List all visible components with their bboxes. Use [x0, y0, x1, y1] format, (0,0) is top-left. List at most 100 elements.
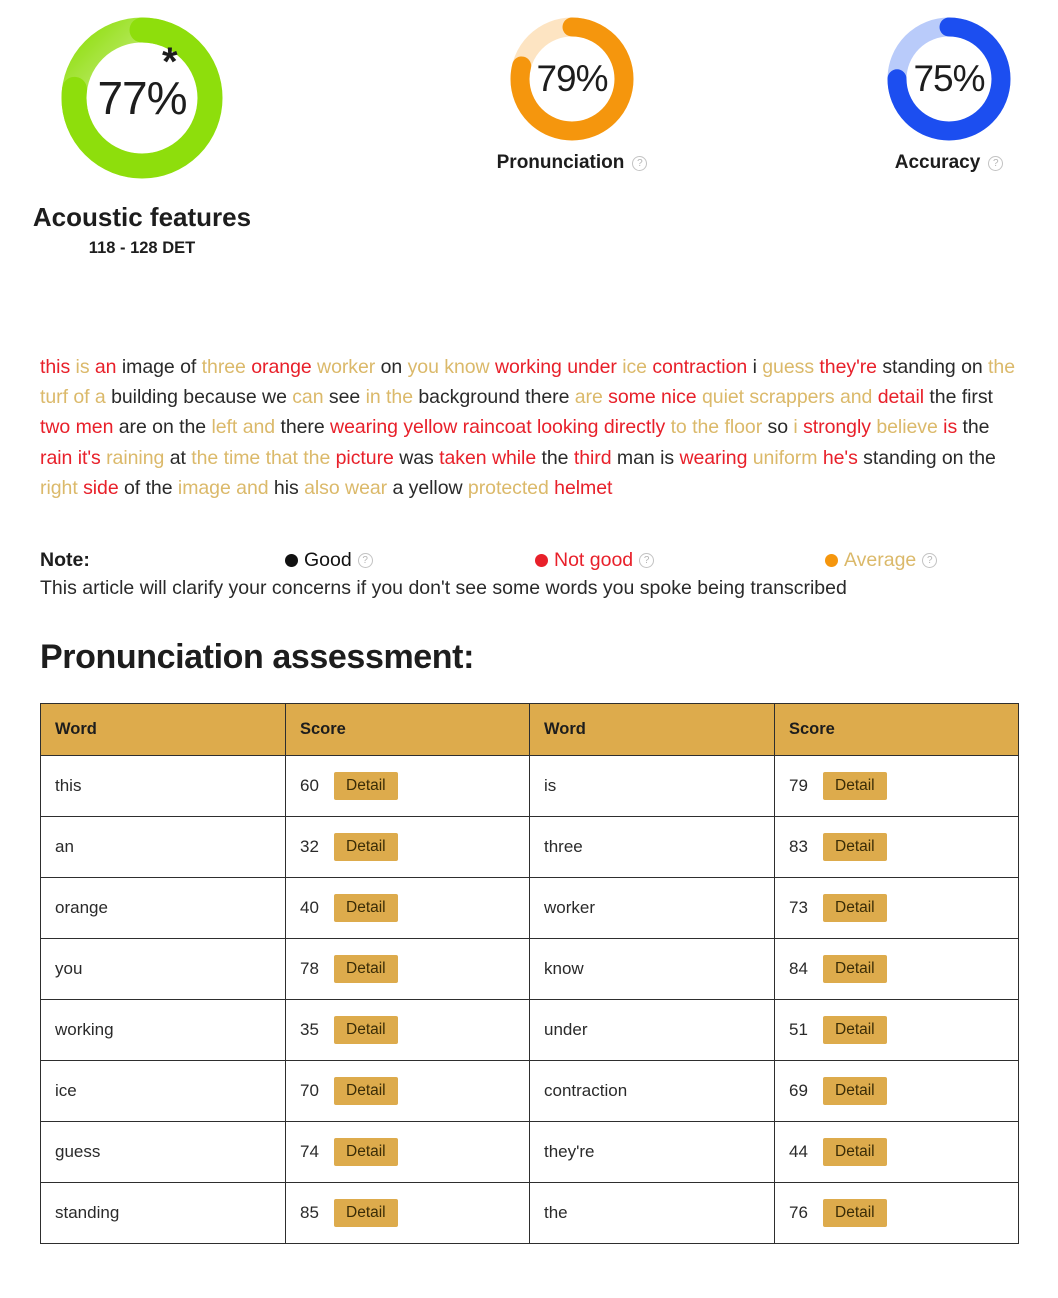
score-group: 35 Detail: [300, 1015, 515, 1045]
transcript-word: are: [118, 416, 147, 439]
detail-button[interactable]: Detail: [334, 1198, 398, 1228]
legend-dot-average: [825, 554, 838, 568]
transcript-word: the: [541, 446, 569, 469]
transcript-word: wearing: [679, 446, 748, 469]
detail-button[interactable]: Detail: [334, 832, 398, 862]
transcript-word: image: [121, 356, 175, 378]
score-group: 79 Detail: [789, 771, 1004, 801]
transcript-word: a: [392, 476, 404, 499]
transcript-word: working: [494, 356, 562, 378]
score-group: 85 Detail: [300, 1198, 515, 1228]
cell-word: they're: [529, 1121, 775, 1184]
detail-button[interactable]: Detail: [823, 893, 887, 923]
transcript-word: some: [608, 386, 656, 409]
transcript-word: see: [328, 386, 361, 409]
transcript-word: the: [303, 446, 331, 469]
transcript-word: yellow: [408, 476, 463, 499]
cell-score: 85 Detail: [285, 1182, 530, 1245]
transcript-word: the: [692, 416, 720, 439]
note-label: Note:: [40, 549, 90, 572]
legend-item-good: Good ?: [285, 549, 373, 572]
detail-button[interactable]: Detail: [823, 832, 887, 862]
pronunciation-caption: Pronunciation ?: [452, 152, 692, 174]
cell-score: 60 Detail: [285, 755, 530, 818]
transcript-word: ice: [622, 356, 647, 378]
transcript-word: there: [525, 386, 570, 409]
transcript-word: on: [152, 416, 174, 439]
transcript-word: and: [236, 476, 269, 499]
score-value: 85: [300, 1203, 319, 1223]
table-row: ice 70 Detail contraction 69 Detail: [40, 1060, 1019, 1123]
legend-dot-not-good: [535, 554, 548, 568]
detail-button[interactable]: Detail: [334, 1015, 398, 1045]
transcript-word: worker: [317, 356, 376, 378]
transcript-text: this is an image of three orange worker …: [40, 322, 1018, 503]
cell-score: 84 Detail: [774, 938, 1019, 1001]
gauge-accuracy: 75% Accuracy ?: [838, 14, 1058, 174]
transcript-word: first: [961, 386, 993, 409]
score-value: 83: [789, 837, 808, 857]
transcript-word: is: [943, 416, 958, 439]
detail-button[interactable]: Detail: [823, 1137, 887, 1167]
transcript-word: under: [567, 356, 617, 378]
transcript-word: the: [191, 446, 219, 469]
transcript-word: he's: [822, 446, 858, 469]
transcript-word: looking: [536, 416, 599, 439]
score-group: 84 Detail: [789, 954, 1004, 984]
help-circle-icon[interactable]: ?: [357, 553, 373, 569]
transcript-word: detail: [877, 386, 925, 409]
transcript-word: helmet: [554, 476, 613, 499]
detail-button[interactable]: Detail: [334, 1076, 398, 1106]
transcript-word: standing: [863, 446, 937, 469]
score-value: 74: [300, 1142, 319, 1162]
transcript-word: raincoat: [462, 416, 532, 439]
table-row: you 78 Detail know 84 Detail: [40, 938, 1019, 1001]
detail-button[interactable]: Detail: [823, 1198, 887, 1228]
cell-word: under: [529, 999, 775, 1062]
score-group: 69 Detail: [789, 1076, 1004, 1106]
score-value: 73: [789, 898, 808, 918]
transcript-word: rain: [40, 446, 73, 469]
cell-score: 78 Detail: [285, 938, 530, 1001]
score-value: 70: [300, 1081, 319, 1101]
help-circle-icon[interactable]: ?: [639, 553, 655, 569]
accuracy-label: Accuracy: [894, 152, 981, 173]
transcript-word: you: [407, 356, 439, 378]
column-header-score-2: Score: [774, 703, 1019, 757]
acoustic-features-subtitle: 118 - 128 DET: [88, 238, 196, 257]
help-circle-icon[interactable]: ?: [922, 553, 938, 569]
detail-button[interactable]: Detail: [823, 771, 887, 801]
detail-button[interactable]: Detail: [334, 893, 398, 923]
column-header-word-2: Word: [529, 703, 775, 757]
transcript-word: picture: [335, 446, 394, 469]
transcript-word: was: [399, 446, 434, 469]
pronunciation-value: 79%: [536, 58, 608, 99]
transcript-word: men: [75, 416, 114, 439]
pronunciation-assessment-table: Word Score Word Score this 60 Detail is 79 De…: [40, 703, 1019, 1245]
help-circle-icon[interactable]: ?: [632, 155, 648, 171]
transcript-word: background: [418, 386, 520, 409]
score-group: 70 Detail: [300, 1076, 515, 1106]
detail-button[interactable]: Detail: [823, 1015, 887, 1045]
detail-button[interactable]: Detail: [334, 1137, 398, 1167]
transcript-word: contraction: [652, 356, 748, 378]
transcript-word: three: [201, 356, 246, 378]
transcript-word: are: [574, 386, 603, 409]
transcript-word: strongly: [803, 416, 871, 439]
transcript-word: also: [304, 476, 340, 499]
detail-button[interactable]: Detail: [334, 954, 398, 984]
table-head: Word Score Word Score: [40, 703, 1019, 757]
score-value: 84: [789, 959, 808, 979]
cell-score: 69 Detail: [774, 1060, 1019, 1123]
detail-button[interactable]: Detail: [823, 954, 887, 984]
detail-button[interactable]: Detail: [334, 771, 398, 801]
transcript-word: turf: [40, 386, 68, 409]
table-row: orange 40 Detail worker 73 Detail: [40, 877, 1019, 940]
help-circle-icon[interactable]: ?: [988, 155, 1004, 171]
cell-word: an: [40, 816, 286, 879]
transcript-word: of: [124, 476, 141, 499]
detail-button[interactable]: Detail: [823, 1076, 887, 1106]
transcript-word: there: [280, 416, 325, 439]
transcript-word: protected: [467, 476, 549, 499]
acoustic-features-label: Acoustic features: [32, 202, 252, 232]
